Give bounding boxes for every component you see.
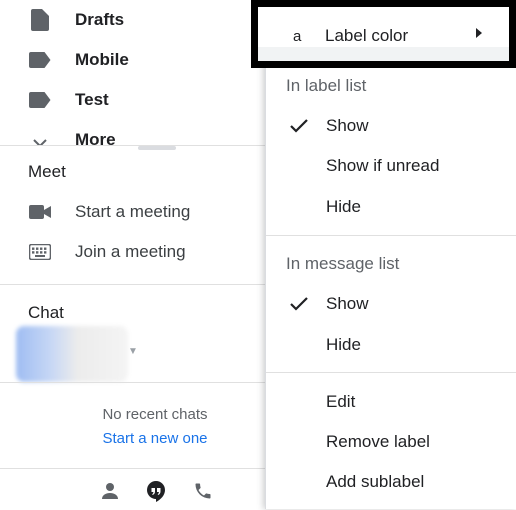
menu-divider [266, 372, 516, 373]
join-meeting-button[interactable]: Join a meeting [0, 232, 266, 272]
label-icon [28, 88, 52, 112]
draft-icon [28, 8, 52, 32]
label-list-heading: In label list [286, 76, 367, 95]
person-icon[interactable] [98, 479, 122, 503]
label-list-show-if-unread-option[interactable]: Show if unread [266, 146, 516, 186]
section-divider [0, 382, 266, 383]
message-list-hide-option[interactable]: Hide [266, 325, 516, 365]
menu-divider [266, 235, 516, 236]
resize-handle[interactable] [138, 146, 176, 150]
meet-item-label: Start a meeting [75, 202, 191, 221]
menu-option-label: Hide [326, 197, 361, 216]
submenu-arrow-icon [476, 28, 482, 38]
menu-option-label: Show if unread [326, 156, 440, 175]
sidebar-item-test[interactable]: Test [0, 80, 266, 120]
sidebar-item-drafts[interactable]: Drafts [0, 0, 266, 40]
caret-down-icon[interactable]: ▼ [128, 346, 138, 357]
sidebar-item-more[interactable]: More [0, 130, 266, 146]
chevron-down-icon [28, 132, 52, 146]
sidebar-item-label: More [75, 130, 116, 146]
menu-option-label: Hide [326, 335, 361, 354]
label-list-hide-option[interactable]: Hide [266, 187, 516, 227]
sidebar-item-mobile[interactable]: Mobile [0, 40, 266, 80]
sidebar-item-label: Mobile [75, 50, 129, 69]
chat-section-title: Chat [28, 303, 64, 322]
no-recent-chats-text: No recent chats [102, 406, 208, 423]
checkmark-icon [290, 297, 308, 311]
meet-section-title: Meet [28, 162, 66, 181]
phone-icon[interactable] [191, 479, 215, 503]
section-divider [0, 145, 266, 146]
menu-option-label: Remove label [326, 432, 430, 451]
menu-option-label: Show [326, 116, 369, 135]
label-list-show-option[interactable]: Show [266, 106, 516, 146]
checkmark-icon [290, 119, 308, 133]
label-color-option[interactable]: a Label color [251, 0, 516, 68]
keyboard-icon [28, 240, 52, 264]
edit-label-option[interactable]: Edit [266, 382, 516, 422]
menu-option-label: Add sublabel [326, 472, 425, 491]
start-new-chat-link[interactable]: Start a new one [60, 430, 250, 447]
menu-option-label: Edit [326, 392, 356, 411]
bottom-bar [0, 468, 266, 510]
hangouts-icon[interactable] [144, 479, 168, 503]
message-list-show-option[interactable]: Show [266, 284, 516, 324]
sidebar-item-label: Drafts [75, 10, 125, 29]
meet-item-label: Join a meeting [75, 242, 186, 261]
message-list-heading: In message list [286, 254, 400, 273]
menu-option-label: Label color [325, 26, 409, 45]
row-hover-strip [258, 47, 509, 61]
start-meeting-button[interactable]: Start a meeting [0, 192, 266, 232]
label-color-swatch: a [293, 28, 302, 45]
menu-option-label: Show [326, 294, 369, 313]
gmail-sidebar: Drafts Mobile Test More Meet Start a mee… [0, 0, 266, 509]
section-divider [0, 284, 266, 285]
add-sublabel-option[interactable]: Add sublabel [266, 462, 516, 502]
sidebar-item-label: Test [75, 90, 109, 109]
video-camera-icon [28, 200, 52, 224]
label-options-menu: In label list Show Show if unread Hide I… [265, 0, 516, 509]
chat-status-avatar[interactable] [16, 326, 128, 382]
remove-label-option[interactable]: Remove label [266, 422, 516, 462]
label-icon [28, 48, 52, 72]
